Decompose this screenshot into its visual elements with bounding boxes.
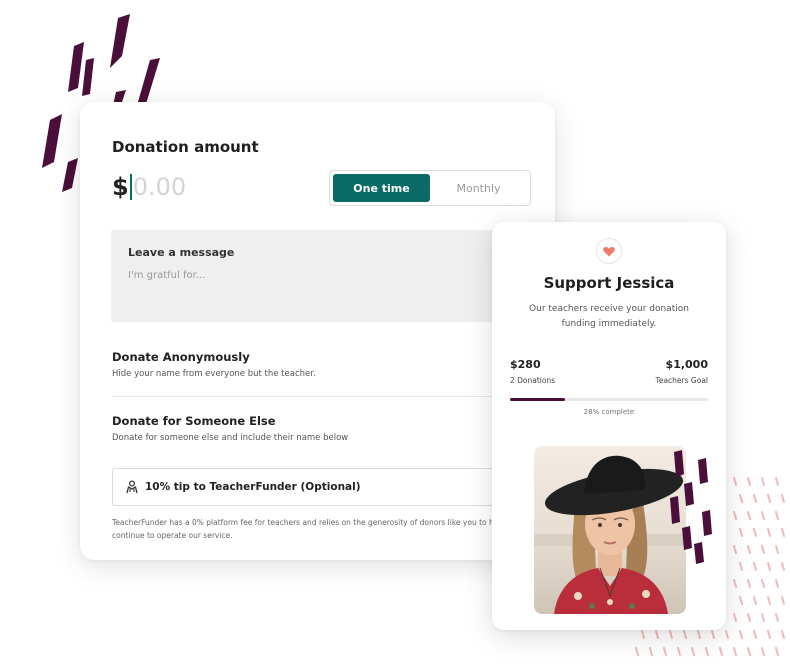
progress-bar	[510, 398, 708, 401]
option-description: Hide your name from everyone but the tea…	[112, 369, 316, 379]
heart-icon	[603, 246, 615, 256]
amount-input[interactable]	[132, 173, 243, 201]
progress-fill	[510, 398, 566, 401]
goal-amount: $1,000	[665, 358, 708, 371]
frequency-toggle: One time Monthly	[329, 170, 531, 206]
message-input[interactable]	[128, 270, 488, 281]
donation-amount-title: Donation amount	[112, 138, 259, 156]
support-description: Our teachers receive your donation fundi…	[529, 304, 689, 329]
tip-label: 10% tip to TeacherFunder (Optional)	[145, 481, 361, 493]
option-title: Donate for Someone Else	[112, 414, 276, 428]
message-label: Leave a message	[128, 246, 235, 259]
platform-fee-note: TeacherFunder has a 0% platform fee for …	[112, 518, 517, 540]
heart-badge	[596, 238, 622, 264]
support-title: Support Jessica	[543, 274, 675, 292]
progress-text: 28% complete	[583, 408, 635, 416]
donations-count: 2 Donations	[510, 376, 556, 385]
goal-label: Teachers Goal	[655, 376, 708, 385]
monthly-button[interactable]: Monthly	[430, 174, 527, 202]
amount-field[interactable]: $	[112, 172, 243, 202]
donate-anonymously-option[interactable]: Donate Anonymously Hide your name from e…	[112, 350, 316, 379]
raised-stat: $280 2 Donations	[510, 358, 555, 385]
donation-card: Donation amount $ One time Monthly Leave…	[80, 102, 555, 560]
goal-stat: $1,000 Teachers Goal	[656, 358, 708, 385]
teacher-photo	[534, 446, 686, 614]
divider	[112, 396, 532, 397]
text-cursor	[129, 174, 132, 200]
tip-checkbox[interactable]: 10% tip to TeacherFunder (Optional)	[112, 468, 532, 506]
option-description: Donate for someone else and include thei…	[112, 433, 349, 443]
option-title: Donate Anonymously	[112, 350, 250, 364]
one-time-button[interactable]: One time	[333, 174, 430, 202]
message-box: Leave a message	[111, 230, 531, 322]
raised-amount: $280	[510, 358, 541, 371]
support-card: Support Jessica Our teachers receive you…	[492, 222, 726, 630]
handshake-icon	[126, 480, 138, 494]
currency-symbol: $	[112, 173, 129, 201]
donate-for-someone-else-option[interactable]: Donate for Someone Else Donate for someo…	[112, 414, 348, 443]
